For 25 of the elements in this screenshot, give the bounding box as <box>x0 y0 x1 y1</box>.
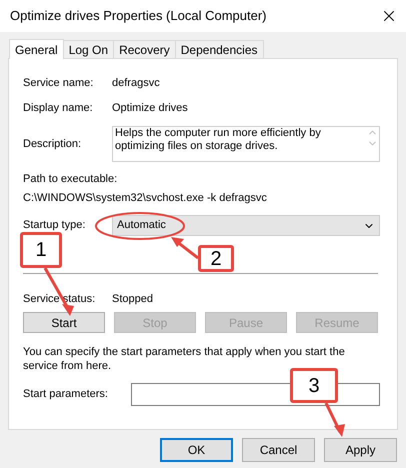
field-value: defragsvc <box>112 76 160 92</box>
dialog-button[interactable]: OK <box>160 438 233 462</box>
field-label: Startup type: <box>23 218 86 234</box>
dialog-button[interactable]: Cancel <box>242 438 315 462</box>
field-label: Description: <box>23 136 82 152</box>
field-label: Service name: <box>23 76 94 92</box>
startup-type-dropdown[interactable]: Automatic <box>112 215 380 236</box>
status-value: Stopped <box>112 292 153 308</box>
dialog-button[interactable]: Apply <box>324 438 397 462</box>
arrow <box>168 234 200 260</box>
field-label: Display name: <box>23 101 94 116</box>
tab[interactable]: General <box>9 39 64 59</box>
window-title: Optimize drives Properties (Local Computer) <box>10 7 266 26</box>
field-value: Optimize drives <box>112 101 188 116</box>
tab[interactable]: Dependencies <box>176 40 264 58</box>
service-button[interactable]: Start <box>23 312 105 333</box>
path-text: C:\WINDOWS\system32\svchost.exe -k defragsvc <box>23 190 267 206</box>
description-text: Helps the computer run more efficiently by optimizing files on storage drives. <box>115 127 322 154</box>
tab[interactable]: Recovery <box>114 40 176 58</box>
step-callout: 3 <box>290 368 338 403</box>
tab[interactable]: Log On <box>64 40 114 58</box>
step-callout: 1 <box>20 232 62 268</box>
field-label: Start parameters: <box>23 387 109 402</box>
field-label: Path to executable: <box>23 172 118 187</box>
step-callout: 2 <box>198 245 234 272</box>
